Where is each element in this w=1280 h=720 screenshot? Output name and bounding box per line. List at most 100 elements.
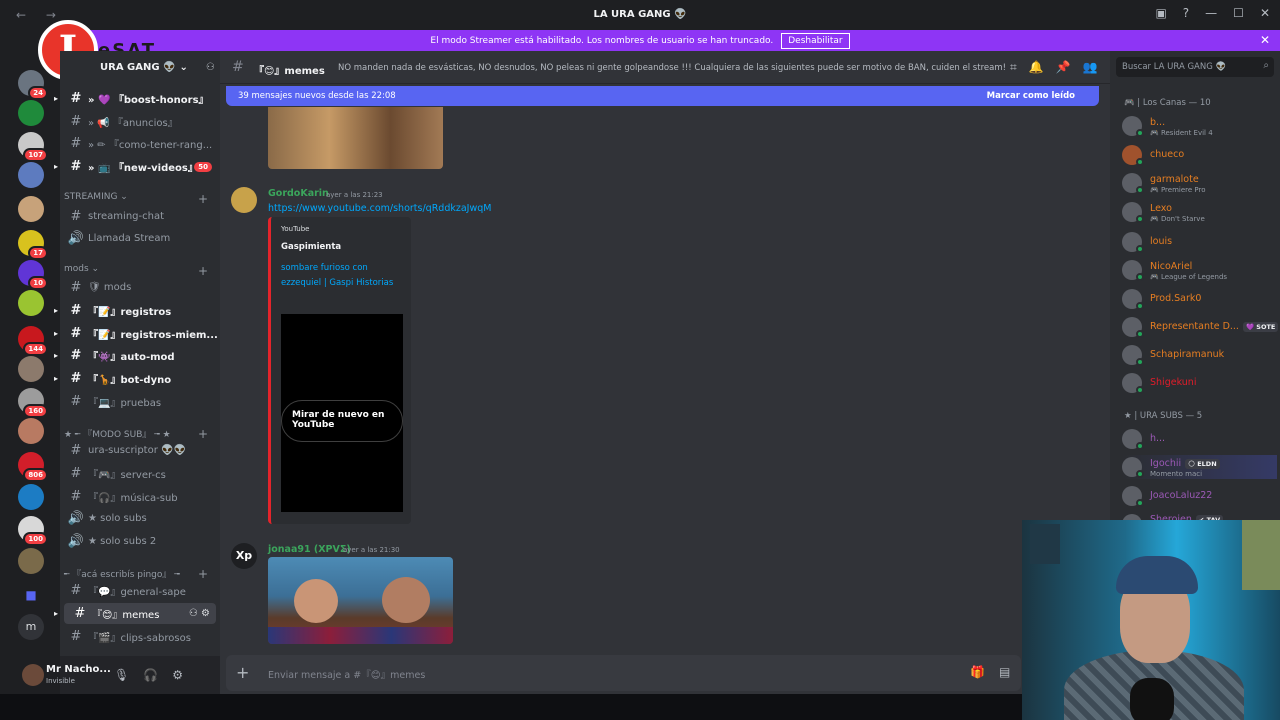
gift-icon[interactable]: 🎁 xyxy=(970,665,985,679)
member-item[interactable]: garmalote 🎮 Premiere Pro xyxy=(1122,171,1277,195)
server-icon[interactable]: 107 xyxy=(18,132,48,162)
help-icon[interactable]: ? xyxy=(1183,6,1189,20)
member-item[interactable]: chueco xyxy=(1122,143,1277,167)
voice-channel-solo-subs[interactable]: 🔊 ★ solo subs xyxy=(60,508,220,529)
gear-icon[interactable]: ⚙ xyxy=(172,668,183,682)
embed-title[interactable]: sombare furioso con ezzequiel | Gaspi Hi… xyxy=(281,261,396,290)
embed-provider[interactable]: YouTube xyxy=(281,225,309,233)
member-item[interactable]: Prod.Sark0 xyxy=(1122,287,1277,311)
close-button[interactable]: ✕ xyxy=(1260,6,1270,20)
server-icon[interactable]: m xyxy=(18,614,44,640)
member-item[interactable]: b... 🎮 Resident Evil 4 xyxy=(1122,114,1277,138)
microphone-icon[interactable]: 🎙 xyxy=(114,668,129,682)
server-icon[interactable] xyxy=(18,162,44,188)
category-mods[interactable]: mods ⌄ + xyxy=(64,264,208,278)
member-item[interactable]: Lexo 🎮 Don't Starve xyxy=(1122,200,1277,224)
member-item[interactable]: Shigekuni xyxy=(1122,371,1277,395)
message-image[interactable] xyxy=(268,107,443,169)
disable-streamer-button[interactable]: Deshabilitar xyxy=(781,32,850,49)
channel-settings-icon[interactable]: ⚇ ⚙ xyxy=(189,608,210,619)
members-icon[interactable]: 👥 xyxy=(1083,60,1098,75)
embed-author[interactable]: Gaspimienta xyxy=(281,242,341,252)
server-icon[interactable]: 160 xyxy=(18,388,48,418)
member-item[interactable]: h... xyxy=(1122,427,1277,451)
channel-auto-mod[interactable]: ▸ # 『👾』auto-mod xyxy=(54,345,220,366)
channel-clips-sabrosos[interactable]: # 『🎬』clips-sabrosos xyxy=(60,626,220,647)
threads-icon[interactable]: ⌗ xyxy=(1010,60,1017,75)
channel-server-cs[interactable]: # 『🎮』server-cs xyxy=(60,463,220,484)
member-item[interactable]: NicoAriel 🎮 League of Legends xyxy=(1122,258,1277,282)
channel-registros-miembros[interactable]: ▸ # 『📝』registros-miem... xyxy=(54,323,220,344)
channel-general-sape[interactable]: # 『💬』general-sape xyxy=(60,580,220,601)
inbox-icon[interactable]: ▣ xyxy=(1155,6,1166,20)
server-icon[interactable] xyxy=(18,356,44,382)
minimize-button[interactable]: — xyxy=(1205,6,1217,20)
server-icon[interactable]: 10 xyxy=(18,260,48,290)
message-author[interactable]: jonaa91 (XPVΣ) xyxy=(268,544,351,555)
channel-registros[interactable]: ▸ # 『📝』registros xyxy=(54,300,220,321)
channel-new-videos[interactable]: ▸ # » 📺 『new-videos』 50 xyxy=(54,156,220,177)
headset-icon[interactable]: 🎧 xyxy=(143,668,158,682)
pin-icon[interactable]: 📌 xyxy=(1056,60,1071,75)
message-link[interactable]: https://www.youtube.com/shorts/qRddkzaJw… xyxy=(268,203,491,214)
add-channel-icon[interactable]: + xyxy=(198,192,208,206)
voice-channel-solo-subs-2[interactable]: 🔊 ★ solo subs 2 xyxy=(60,531,220,552)
server-icon[interactable]: 144 xyxy=(18,326,48,356)
avatar[interactable]: Xp xyxy=(231,543,257,569)
video-player[interactable]: Mirar de nuevo en YouTube xyxy=(281,314,403,512)
server-icon[interactable] xyxy=(18,100,44,126)
message-composer[interactable]: + Enviar mensaje a #『😊』memes 🎁 ▤ xyxy=(226,655,1021,691)
server-icon[interactable] xyxy=(18,290,44,316)
channel-musica-sub[interactable]: # 『🎧』música-sub xyxy=(60,486,220,507)
username[interactable]: Mr Nacho... xyxy=(46,664,111,675)
server-icon[interactable] xyxy=(18,548,44,574)
guild-header[interactable]: URA GANG 👽 ⌄ ⚇ xyxy=(100,51,220,84)
voice-channel-llamada-stream[interactable]: 🔊 Llamada Stream xyxy=(60,228,220,249)
add-channel-icon[interactable]: + xyxy=(198,264,208,278)
member-item[interactable]: JoacoLaluz22 xyxy=(1122,484,1277,508)
add-attachment-icon[interactable]: + xyxy=(236,663,249,682)
server-icon[interactable]: 100 xyxy=(18,516,48,546)
message-image[interactable] xyxy=(268,557,453,644)
category-general[interactable]: ╾ 『acá escribís pingo』 ╼ + xyxy=(64,567,208,581)
server-icon[interactable]: 806 xyxy=(18,452,48,482)
add-channel-icon[interactable]: + xyxy=(198,567,208,581)
channel-anuncios[interactable]: # » 📢 『anuncios』 xyxy=(60,111,220,132)
channel-streaming-chat[interactable]: # streaming-chat xyxy=(60,206,220,227)
add-channel-icon[interactable]: + xyxy=(198,427,208,441)
bell-icon[interactable]: 🔔 xyxy=(1029,60,1044,75)
server-icon[interactable] xyxy=(18,418,44,444)
category-modo-sub[interactable]: ★ ╾ 『MODO SUB』 ╼ ★ + xyxy=(64,427,208,441)
member-item[interactable]: Igochii 🌕 ELDN Momento maci xyxy=(1122,455,1277,479)
folder-icon[interactable]: ■ xyxy=(18,582,44,608)
gif-icon[interactable]: ▤ xyxy=(999,665,1010,679)
server-icon[interactable] xyxy=(18,196,44,222)
message-author[interactable]: GordoKarin xyxy=(268,188,329,199)
channel-mods[interactable]: # 🛡 mods xyxy=(60,277,220,298)
channel-como-tener-rango[interactable]: # » ✏ 『como-tener-rang... xyxy=(60,133,220,154)
channel-topic[interactable]: NO manden nada de esvásticas, NO desnudo… xyxy=(338,63,1006,73)
channel-ura-suscriptor[interactable]: # ura-suscriptor 👽👽 xyxy=(60,440,220,461)
avatar[interactable] xyxy=(22,664,44,686)
channel-label: 🛡 mods xyxy=(88,282,132,293)
member-item[interactable]: louis xyxy=(1122,230,1277,254)
maximize-button[interactable]: ☐ xyxy=(1233,6,1244,20)
server-icon[interactable]: 17 xyxy=(18,230,48,260)
avatar[interactable] xyxy=(231,187,257,213)
message-input[interactable]: Enviar mensaje a #『😊』memes xyxy=(268,667,425,681)
close-icon[interactable]: ✕ xyxy=(1260,33,1270,47)
member-item[interactable]: Representante D... 💜 SOTE xyxy=(1122,315,1279,339)
member-item[interactable]: Schapiramanuk xyxy=(1122,343,1277,367)
add-friend-icon[interactable]: ⚇ xyxy=(206,62,215,73)
channel-boost-honors[interactable]: ▸ # » 💜 『boost-honors』 xyxy=(54,88,220,109)
new-messages-bar[interactable]: 39 mensajes nuevos desde las 22:08 Marca… xyxy=(226,86,1099,106)
server-icon[interactable] xyxy=(18,484,44,510)
search-input[interactable]: Buscar LA URA GANG 👽 ⌕ xyxy=(1116,57,1274,77)
replay-on-youtube-button[interactable]: Mirar de nuevo en YouTube xyxy=(281,400,403,442)
channel-bot-dyno[interactable]: ▸ # 『🦒』bot-dyno xyxy=(54,368,220,389)
channel-pruebas[interactable]: # 『💻』pruebas xyxy=(60,391,220,412)
channel-memes[interactable]: ▸ # 『😊』memes ⚇ ⚙ xyxy=(54,603,216,624)
server-icon[interactable]: 24 xyxy=(18,70,48,100)
mark-as-read-button[interactable]: Marcar como leído xyxy=(987,91,1075,101)
category-streaming[interactable]: STREAMING ⌄ + xyxy=(64,192,208,206)
